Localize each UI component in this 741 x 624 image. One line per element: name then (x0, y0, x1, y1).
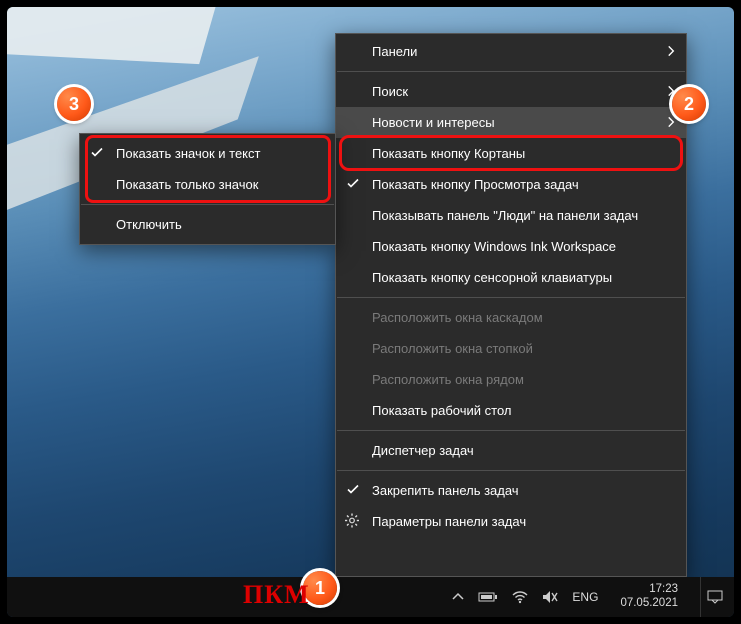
news-interests-submenu: Показать значок и текст Показать только … (79, 133, 336, 245)
menu-item-search[interactable]: Поиск (336, 76, 686, 107)
menu-label: Показать только значок (116, 177, 258, 192)
menu-label: Показать кнопку Windows Ink Workspace (372, 239, 616, 254)
menu-item-toolbars[interactable]: Панели (336, 36, 686, 67)
menu-label: Закрепить панель задач (372, 483, 519, 498)
wifi-icon[interactable] (512, 590, 528, 604)
menu-item-show-desktop[interactable]: Показать рабочий стол (336, 395, 686, 426)
check-icon (346, 482, 360, 499)
menu-label: Новости и интересы (372, 115, 495, 130)
menu-item-touch-keyboard[interactable]: Показать кнопку сенсорной клавиатуры (336, 262, 686, 293)
menu-item-windows-ink[interactable]: Показать кнопку Windows Ink Workspace (336, 231, 686, 262)
menu-separator (81, 204, 334, 205)
taskbar[interactable]: ENG 17:23 07.05.2021 (7, 577, 734, 617)
menu-separator (337, 470, 685, 471)
menu-label: Расположить окна рядом (372, 372, 524, 387)
menu-separator (337, 430, 685, 431)
battery-icon[interactable] (478, 591, 498, 603)
chevron-right-icon (667, 44, 676, 59)
submenu-item-turn-off[interactable]: Отключить (80, 209, 335, 240)
menu-item-cortana-button[interactable]: Показать кнопку Кортаны (336, 138, 686, 169)
menu-label: Расположить окна каскадом (372, 310, 543, 325)
clock-date: 07.05.2021 (620, 597, 678, 611)
menu-label: Параметры панели задач (372, 514, 526, 529)
menu-item-taskbar-settings[interactable]: Параметры панели задач (336, 506, 686, 537)
menu-item-news-interests[interactable]: Новости и интересы (336, 107, 686, 138)
menu-label: Диспетчер задач (372, 443, 474, 458)
menu-item-taskview-button[interactable]: Показать кнопку Просмотра задач (336, 169, 686, 200)
menu-separator (337, 71, 685, 72)
menu-label: Поиск (372, 84, 408, 99)
menu-label: Панели (372, 44, 417, 59)
chevron-right-icon (667, 115, 676, 130)
check-icon (346, 176, 360, 193)
submenu-item-icon-only[interactable]: Показать только значок (80, 169, 335, 200)
volume-icon[interactable] (542, 590, 558, 604)
menu-item-lock-taskbar[interactable]: Закрепить панель задач (336, 475, 686, 506)
menu-separator (337, 297, 685, 298)
clock-time: 17:23 (649, 583, 678, 597)
chevron-right-icon (667, 84, 676, 99)
menu-item-stack: Расположить окна стопкой (336, 333, 686, 364)
menu-label: Показать рабочий стол (372, 403, 511, 418)
menu-label: Показать кнопку Кортаны (372, 146, 525, 161)
menu-item-task-manager[interactable]: Диспетчер задач (336, 435, 686, 466)
menu-label: Показать значок и текст (116, 146, 260, 161)
menu-item-cascade: Расположить окна каскадом (336, 302, 686, 333)
tray-overflow-icon[interactable] (452, 591, 464, 603)
gear-icon (344, 512, 360, 531)
system-tray: ENG 17:23 07.05.2021 (446, 577, 734, 617)
language-indicator[interactable]: ENG (572, 590, 598, 604)
menu-label: Расположить окна стопкой (372, 341, 533, 356)
menu-label: Показывать панель "Люди" на панели задач (372, 208, 638, 223)
menu-label: Показать кнопку сенсорной клавиатуры (372, 270, 612, 285)
menu-item-people-bar[interactable]: Показывать панель "Люди" на панели задач (336, 200, 686, 231)
submenu-item-icon-and-text[interactable]: Показать значок и текст (80, 138, 335, 169)
clock[interactable]: 17:23 07.05.2021 (612, 583, 686, 611)
taskbar-context-menu: Панели Поиск Новости и интересы Показать (335, 33, 687, 577)
menu-label: Показать кнопку Просмотра задач (372, 177, 579, 192)
menu-label: Отключить (116, 217, 182, 232)
menu-item-side-by-side: Расположить окна рядом (336, 364, 686, 395)
action-center-icon[interactable] (700, 577, 728, 617)
check-icon (90, 145, 104, 162)
